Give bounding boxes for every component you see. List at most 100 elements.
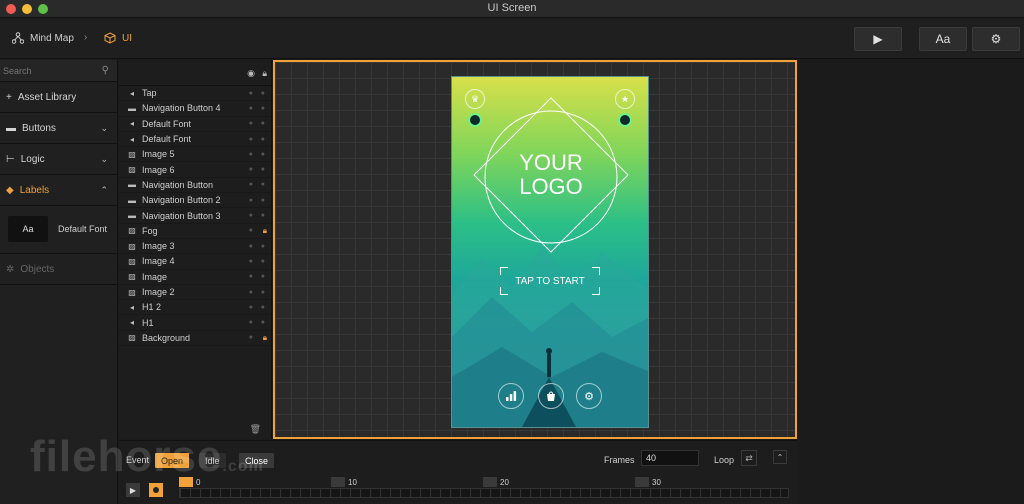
lock-toggle[interactable]: ● [261,289,265,296]
font-button[interactable]: Aa [919,27,967,51]
layer-name: Image 3 [142,241,175,252]
layer-row[interactable]: ▨ Image 2 ● ● [119,285,271,301]
visibility-toggle[interactable]: ● [249,258,253,265]
layer-row[interactable]: ▬ Navigation Button 4 ● ● [119,101,271,117]
layer-row[interactable]: ▨ Image 4 ● ● [119,254,271,270]
layer-name: Image 5 [142,149,175,160]
layer-type-icon: ◂ [129,119,134,129]
preview-play-button[interactable]: ▶ [854,27,902,51]
search-input[interactable] [0,60,117,81]
visibility-toggle[interactable]: ● [249,304,253,311]
visibility-toggle[interactable]: ● [249,319,253,326]
visibility-toggle[interactable]: ● [249,181,253,188]
lock-toggle[interactable]: ● [261,258,265,265]
visibility-toggle[interactable]: ● [249,136,253,143]
lock-toggle[interactable]: ● [261,212,265,219]
layer-row[interactable]: ▨ Fog ● 🔒︎ [119,224,271,239]
frames-label: Frames [604,455,635,465]
phone-screen-artboard[interactable]: YOUR LOGO ♛ ★ TAP TO START ⚙ [451,76,649,428]
labels-label: Labels [19,184,50,196]
lock-toggle[interactable]: ● [261,319,265,326]
visibility-toggle[interactable]: ● [249,227,253,234]
loop-label: Loop [714,455,735,465]
buttons-row[interactable]: ▬ Buttons ⌄ [0,113,117,144]
visibility-toggle[interactable]: ● [249,90,253,97]
label-card-default-font[interactable]: Aa Default Font [0,206,117,254]
layer-row[interactable]: ▨ Background ● 🔒︎ [119,331,271,347]
gear-icon[interactable]: ⚙ [576,383,602,409]
layer-row[interactable]: ▨ Image 6 ● ● [119,162,271,178]
stats-icon[interactable] [498,383,524,409]
visibility-toggle[interactable]: ● [249,105,253,112]
chevron-down-icon[interactable]: ⌄ [100,123,108,134]
lock-toggle[interactable]: ● [261,243,265,250]
lock-toggle[interactable]: ● [261,120,265,127]
lock-toggle[interactable]: ● [261,166,265,173]
lock-toggle[interactable]: ● [261,151,265,158]
chevron-down-icon[interactable]: ⌄ [100,154,108,165]
layer-row[interactable]: ◂ Default Font ● ● [119,117,271,132]
play-icon: ▶ [873,32,883,46]
visibility-toggle[interactable]: ● [249,273,253,280]
layer-row[interactable]: ◂ H1 ● ● [119,315,271,331]
layer-row[interactable]: ▨ Image 5 ● ● [119,147,271,163]
lock-toggle[interactable]: ● [261,273,265,280]
layer-row[interactable]: ▬ Navigation Button 3 ● ● [119,208,271,224]
logic-row[interactable]: ⊢ Logic ⌄ [0,144,117,175]
visibility-toggle[interactable]: ● [249,120,253,127]
lock-icon[interactable]: 🔒︎ [262,68,267,79]
objects-icon: ✲ [6,263,15,275]
font-preview-icon: Aa [8,216,48,242]
layer-type-icon: ▨ [128,272,136,282]
lock-toggle[interactable]: ● [261,181,265,188]
layer-row[interactable]: ◂ Default Font ● ● [119,132,271,148]
record-button[interactable] [149,483,163,497]
lock-toggle[interactable]: ● [261,90,265,97]
lock-icon[interactable]: 🔒︎ [263,333,267,343]
layer-name: Fog [142,225,158,236]
visibility-toggle[interactable]: ● [249,166,253,173]
lock-toggle[interactable]: ● [261,105,265,112]
chevron-up-icon[interactable]: ⌃ [100,185,108,196]
timeline-frames[interactable] [179,488,789,498]
visibility-toggle[interactable]: ● [249,289,253,296]
lock-toggle[interactable]: ● [261,197,265,204]
objects-row[interactable]: ✲ Objects [0,254,117,285]
visibility-toggle[interactable]: ● [249,212,253,219]
visibility-toggle[interactable]: ● [249,197,253,204]
visibility-toggle[interactable]: ● [249,151,253,158]
layer-row[interactable]: ◂ H1 2 ● ● [119,300,271,316]
visibility-toggle[interactable]: ● [249,334,253,341]
chevron-up-icon[interactable]: ⌃ [773,450,787,464]
settings-button[interactable]: ⚙ [972,27,1020,51]
lock-icon[interactable]: 🔒︎ [263,226,267,236]
layer-type-icon: ▨ [128,226,136,236]
star-icon[interactable]: ★ [615,89,635,109]
frames-input[interactable] [641,450,699,466]
shopping-bag-icon[interactable] [538,383,564,409]
asset-library-row[interactable]: + Asset Library [0,82,117,113]
design-canvas[interactable]: YOUR LOGO ♛ ★ TAP TO START ⚙ [273,60,797,439]
layer-type-icon: ▨ [128,241,136,251]
layer-row[interactable]: ▬ Navigation Button ● ● [119,178,271,194]
breadcrumb-mind-map[interactable]: Mind Map [12,32,74,44]
timeline[interactable]: 0 10 20 30 [179,477,789,499]
layer-type-icon: ▨ [128,165,136,175]
layer-row[interactable]: ◂ Tap ● ● [119,86,271,102]
breadcrumb-ui[interactable]: UI [104,32,132,44]
layer-type-icon: ▬ [128,211,136,221]
lock-toggle[interactable]: ● [261,304,265,311]
visibility-toggle[interactable]: ● [249,243,253,250]
lock-toggle[interactable]: ● [261,136,265,143]
timeline-play-button[interactable]: ▶ [126,483,140,497]
loop-icon[interactable]: ⇄ [741,450,757,466]
layer-row[interactable]: ▨ Image ● ● [119,270,271,285]
layer-row[interactable]: ▬ Navigation Button 2 ● ● [119,193,271,209]
tap-to-start-button[interactable]: TAP TO START [500,267,600,295]
labels-row[interactable]: ◆ Labels ⌃ [0,175,117,206]
anchor-handle-left[interactable] [468,113,482,127]
eye-icon[interactable]: ◉ [247,68,255,79]
anchor-handle-right[interactable] [618,113,632,127]
crown-icon[interactable]: ♛ [465,89,485,109]
layer-row[interactable]: ▨ Image 3 ● ● [119,239,271,255]
